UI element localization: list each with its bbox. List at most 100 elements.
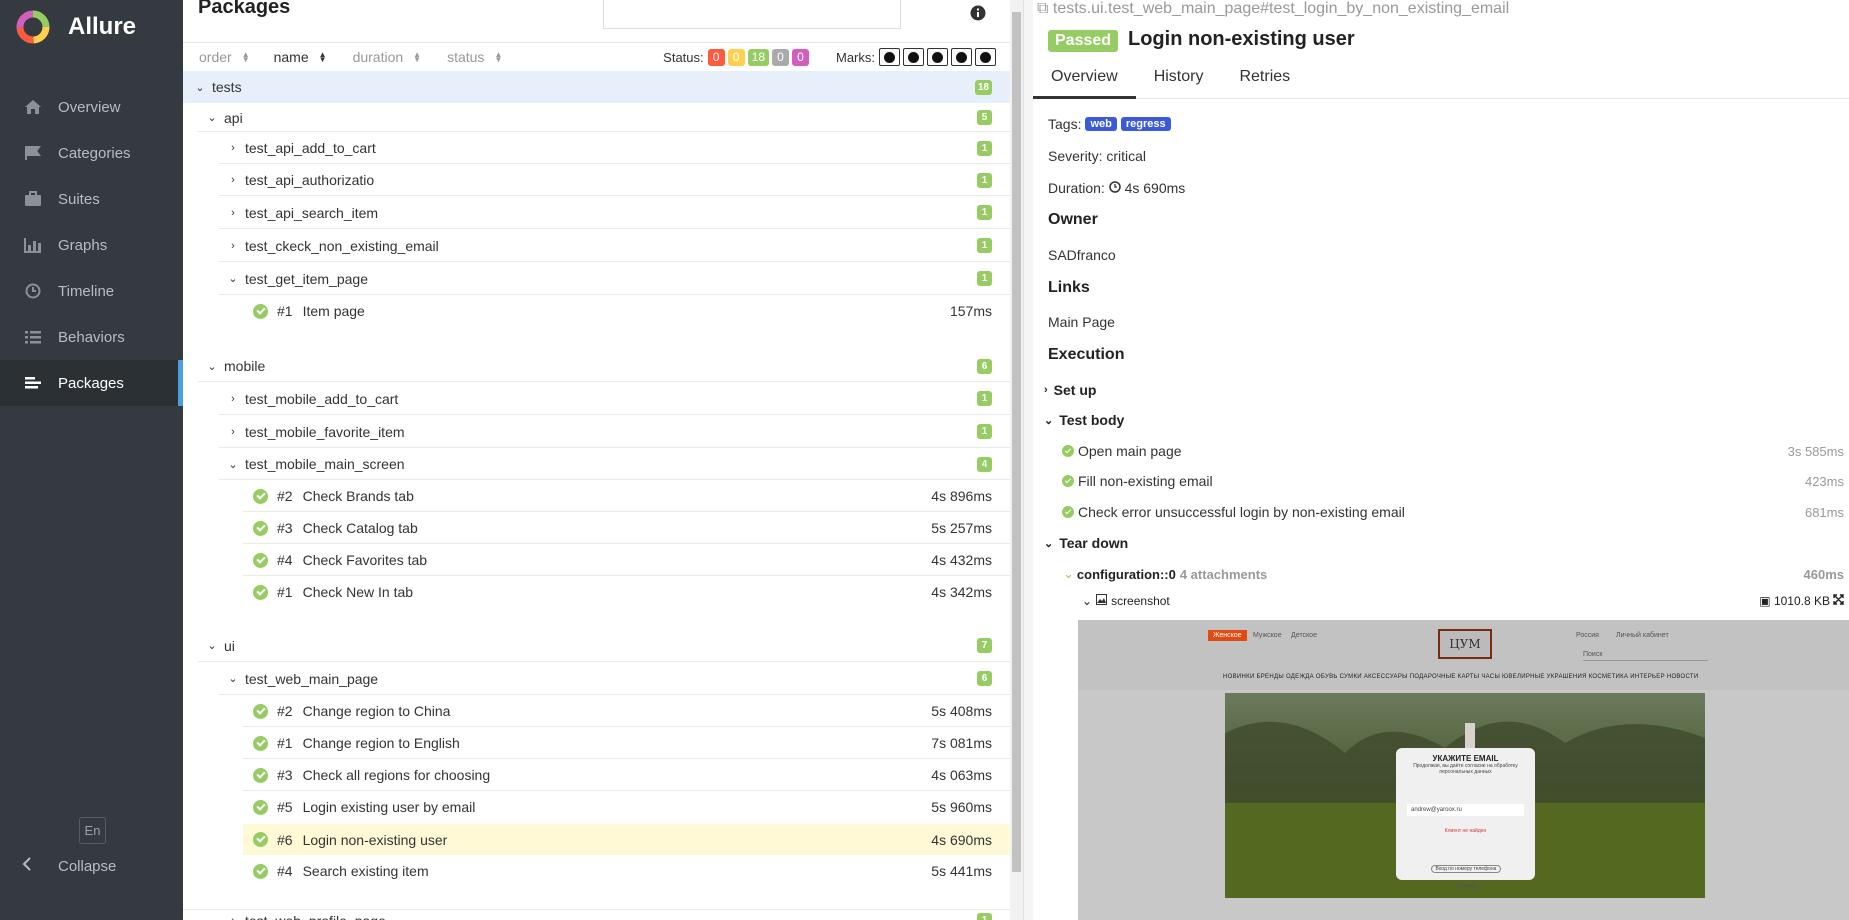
passed-icon [1062, 506, 1074, 518]
step-fill-email[interactable]: Fill non-existing email 423ms [1062, 473, 1844, 489]
expand-icon[interactable] [1833, 594, 1844, 608]
screenshot-search: Поиск [1583, 651, 1708, 661]
test-case-change-region-english[interactable]: #1 Change region to English 7s 081ms [183, 727, 1010, 759]
tree-group-mobile-main-screen[interactable]: ⌄ test_mobile_main_screen 4 [183, 448, 1010, 480]
test-case-login-non-existing-user[interactable]: #6 Login non-existing user 4s 690ms [243, 824, 1010, 855]
test-case-change-region-china[interactable]: #2 Change region to China 5s 408ms [183, 695, 1010, 727]
status-failed-toggle[interactable]: 0 [707, 48, 725, 66]
sidebar-item-behaviors[interactable]: Behaviors [0, 314, 183, 360]
sidebar-item-suites[interactable]: Suites [0, 176, 183, 222]
test-case-check-catalog-tab[interactable]: #3 Check Catalog tab 5s 257ms [183, 512, 1010, 544]
new-broken-mark-toggle[interactable] [951, 48, 972, 66]
collapse-button[interactable]: Collapse [22, 857, 116, 875]
chevron-right-icon: › [231, 206, 235, 219]
tree-group-web-profile-page[interactable]: › test_web_profile_page 1 [183, 909, 1010, 920]
chevron-right-icon: › [226, 915, 240, 920]
tree-group-web-main-page[interactable]: ⌄ test_web_main_page 6 [183, 662, 1010, 695]
test-case-item-page[interactable]: #1 Item page 157ms [183, 295, 1010, 327]
retries-mark-toggle[interactable] [975, 48, 996, 66]
packages-scrollbar[interactable] [1010, 0, 1023, 920]
sidebar-item-graphs[interactable]: Graphs [0, 222, 183, 268]
language-switch[interactable]: En [79, 817, 106, 844]
status-skipped-toggle[interactable]: 0 [772, 48, 789, 66]
links-heading: Links [1048, 279, 1090, 296]
sort-bar: order ▲ ▼ name ▲ ▼ duration ▲ ▼ status ▲ ▼ Statu… [183, 42, 1010, 71]
test-order: #2 [277, 488, 293, 504]
save-icon[interactable]: ▣ [1759, 594, 1774, 608]
owner-heading: Owner [1048, 211, 1098, 228]
screenshot-tab-women: Женское [1208, 630, 1247, 641]
image-icon [1096, 594, 1108, 608]
tab-overview[interactable]: Overview [1033, 60, 1136, 99]
tree-group-api[interactable]: ⌄ api 5 [183, 103, 1010, 132]
tree-group-ckeck-non-existing-email[interactable]: › test_ckeck_non_existing_email 1 [183, 229, 1010, 262]
test-order: #4 [277, 552, 293, 568]
passed-icon [1062, 475, 1074, 487]
sort-name[interactable]: name ▲ ▼ [274, 49, 327, 65]
test-case-check-new-in-tab[interactable]: #1 Check New In tab 4s 342ms [183, 576, 1010, 608]
status-passed-toggle[interactable]: 18 [747, 48, 769, 66]
tree-group-get-item-page[interactable]: ⌄ test_get_item_page 1 [183, 262, 1010, 295]
pane-splitter[interactable] [1023, 0, 1033, 920]
stage-tear-down[interactable]: ⌄ Tear down [1044, 535, 1128, 551]
screenshot-tab-kids: Детское [1291, 632, 1317, 639]
attachment-label: screenshot [1111, 594, 1170, 608]
tree-group-mobile[interactable]: ⌄ mobile 6 [183, 350, 1010, 382]
test-case-check-all-regions[interactable]: #3 Check all regions for choosing 4s 063… [183, 759, 1010, 791]
app-logo[interactable]: Allure [0, 0, 183, 54]
test-case-search-existing-item[interactable]: #4 Search existing item 5s 441ms [183, 855, 1010, 887]
screenshot-logo: ЦУМ [1438, 629, 1492, 659]
test-duration: 4s 342ms [931, 584, 992, 600]
status-broken-toggle[interactable]: 0 [727, 48, 745, 66]
new-failed-mark-toggle[interactable] [903, 48, 924, 66]
sidebar-item-packages[interactable]: Packages [0, 360, 183, 406]
count-badge: 1 [977, 391, 992, 406]
check-circle-icon [932, 51, 943, 63]
count-badge: 1 [977, 913, 992, 920]
tree-group-mobile-favorite-item[interactable]: › test_mobile_favorite_item 1 [183, 415, 1010, 448]
sidebar-item-overview[interactable]: Overview [0, 84, 183, 130]
sort-status[interactable]: status ▲ ▼ [447, 49, 502, 65]
sidebar-item-timeline[interactable]: Timeline [0, 268, 183, 314]
tab-retries[interactable]: Retries [1221, 60, 1308, 99]
configuration-fixture[interactable]: ⌄ configuration::0 4 attachments 460ms [1063, 566, 1844, 582]
chevron-right-icon: › [1044, 384, 1048, 396]
tree-group-tests[interactable]: ⌄ tests 18 [183, 71, 1010, 103]
test-case-check-favorites-tab[interactable]: #4 Check Favorites tab 4s 432ms [183, 544, 1010, 576]
test-case-check-brands-tab[interactable]: #2 Check Brands tab 4s 896ms [183, 480, 1010, 512]
count-badge: 1 [977, 205, 992, 220]
tab-history[interactable]: History [1136, 60, 1222, 99]
sort-order[interactable]: order ▲ ▼ [199, 49, 250, 65]
sort-duration[interactable]: duration ▲ ▼ [353, 49, 422, 65]
screenshot-modal-error: Клиент не найден [1444, 828, 1487, 834]
sort-label: name [273, 49, 309, 65]
screenshot-modal-input: andrew@yaroox.ru [1407, 804, 1524, 816]
search-input[interactable] [603, 0, 901, 29]
step-check-error[interactable]: Check error unsuccessful login by non-ex… [1062, 504, 1844, 520]
tree-group-api-search-item[interactable]: › test_api_search_item 1 [183, 196, 1010, 229]
clock-icon [22, 282, 44, 300]
copy-icon[interactable]: ⧉ [1037, 0, 1053, 17]
tree-group-ui[interactable]: ⌄ ui 7 [183, 629, 1010, 662]
tree-group-api-add-to-cart[interactable]: › test_api_add_to_cart 1 [183, 132, 1010, 164]
chevron-down-icon: ⌄ [228, 273, 238, 285]
status-unknown-toggle[interactable]: 0 [792, 48, 809, 66]
link-main-page[interactable]: Main Page [1048, 314, 1115, 330]
stage-test-body[interactable]: ⌄ Test body [1044, 412, 1124, 428]
step-duration: 681ms [1804, 504, 1844, 520]
attachment-screenshot[interactable]: ⌄ screenshot ▣ 1010.8 KB [1082, 594, 1844, 608]
new-passed-mark-toggle[interactable] [927, 48, 948, 66]
flaky-mark-toggle[interactable] [879, 48, 900, 66]
test-case-login-existing-user[interactable]: #5 Login existing user by email 5s 960ms [183, 791, 1010, 823]
tree-group-mobile-add-to-cart[interactable]: › test_mobile_add_to_cart 1 [183, 382, 1010, 415]
breadcrumb[interactable]: ⧉ tests.ui.test_web_main_page#test_login… [1037, 0, 1509, 18]
chevron-down-icon: ⌄ [207, 640, 217, 652]
info-icon[interactable] [970, 5, 986, 24]
tree-group-api-authorizatio[interactable]: › test_api_authorizatio 1 [183, 164, 1010, 196]
sidebar-item-categories[interactable]: Categories [0, 130, 183, 176]
stage-set-up[interactable]: › Set up [1044, 382, 1096, 398]
passed-icon [253, 863, 268, 879]
refresh-icon [980, 51, 991, 63]
step-open-main-page[interactable]: Open main page 3s 585ms [1062, 443, 1844, 459]
scrollbar-thumb[interactable] [1012, 12, 1021, 872]
